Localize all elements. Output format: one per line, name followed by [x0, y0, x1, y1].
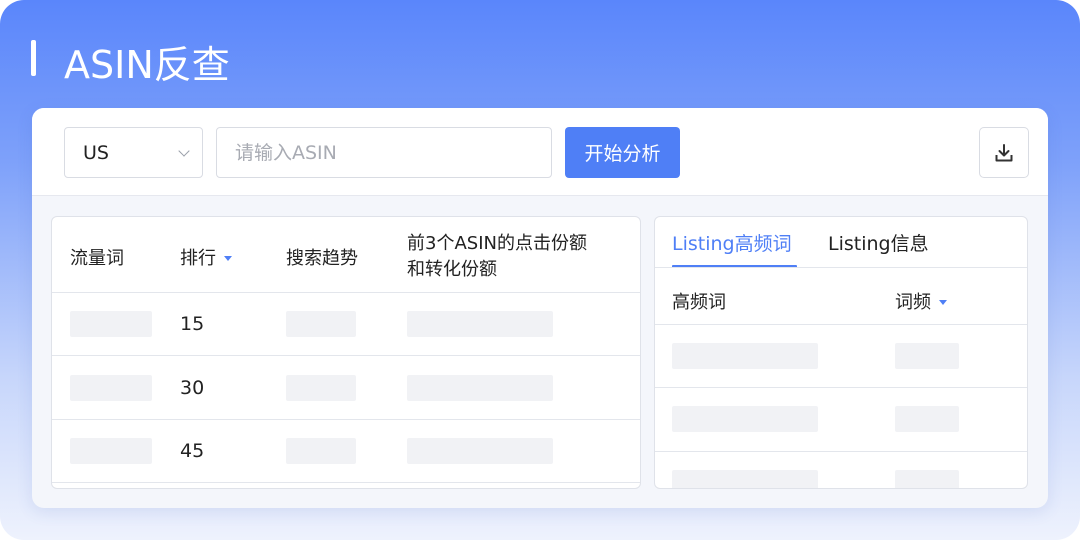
- sort-desc-icon: [939, 299, 947, 305]
- page-title: ASIN反查: [64, 43, 230, 87]
- asin-lookup-banner: ASIN反查 US 开始分析 流量词 排行 搜索趋势: [0, 0, 1080, 540]
- marketplace-select[interactable]: US: [64, 127, 203, 178]
- row-divider: [52, 419, 640, 420]
- row-divider: [655, 387, 1027, 388]
- click-share-header-line2: 和转化份额: [407, 259, 497, 280]
- tab-listing-high-frequency-words[interactable]: Listing高频词: [672, 229, 792, 256]
- column-header-keyword: 流量词: [70, 248, 124, 269]
- frequency-placeholder: [895, 406, 959, 432]
- frequency-placeholder: [895, 343, 959, 369]
- column-header-high-frequency-word: 高频词: [672, 292, 726, 313]
- trend-placeholder: [286, 375, 356, 401]
- click-share-header-line1: 前3个ASIN的点击份额: [407, 233, 587, 254]
- column-header-search-trend: 搜索趋势: [286, 248, 358, 269]
- sort-desc-icon: [224, 255, 232, 261]
- header-divider: [655, 324, 1027, 325]
- share-placeholder: [407, 311, 553, 337]
- keyword-placeholder: [70, 375, 152, 401]
- row-divider: [655, 451, 1027, 452]
- trend-placeholder: [286, 438, 356, 464]
- tab-listing-info[interactable]: Listing信息: [828, 229, 929, 256]
- asin-input[interactable]: [216, 127, 552, 178]
- column-header-click-conversion-share: 前3个ASIN的点击份额 和转化份额: [407, 231, 587, 283]
- download-icon: [995, 143, 1013, 161]
- listing-keyword-panel: Listing高频词 Listing信息 高频词 词频: [654, 216, 1028, 489]
- marketplace-selected-value: US: [83, 141, 109, 164]
- word-placeholder: [672, 470, 818, 488]
- rank-value: 30: [180, 377, 205, 399]
- frequency-header-label: 词频: [895, 292, 931, 313]
- trend-placeholder: [286, 311, 356, 337]
- start-analysis-button[interactable]: 开始分析: [565, 127, 680, 178]
- search-toolbar: US 开始分析: [32, 108, 1048, 196]
- header-divider: [52, 292, 640, 293]
- main-card: US 开始分析 流量词 排行 搜索趋势 前3个ASIN的点击份额 和转化份额: [32, 108, 1048, 508]
- tab-divider: [655, 267, 1027, 268]
- column-header-rank[interactable]: 排行: [180, 244, 232, 270]
- title-accent-bar: [31, 40, 36, 76]
- rank-value: 15: [180, 313, 205, 335]
- word-placeholder: [672, 343, 818, 369]
- keyword-placeholder: [70, 438, 152, 464]
- word-placeholder: [672, 406, 818, 432]
- rank-header-label: 排行: [180, 248, 216, 269]
- rank-value: 45: [180, 440, 205, 462]
- row-divider: [52, 482, 640, 483]
- frequency-placeholder: [895, 470, 959, 488]
- share-placeholder: [407, 375, 553, 401]
- column-header-word-frequency[interactable]: 词频: [895, 288, 947, 314]
- keyword-placeholder: [70, 311, 152, 337]
- share-placeholder: [407, 438, 553, 464]
- download-button[interactable]: [979, 127, 1029, 178]
- traffic-keyword-table: 流量词 排行 搜索趋势 前3个ASIN的点击份额 和转化份额 15 30 45: [51, 216, 641, 489]
- chevron-down-icon: [178, 145, 190, 157]
- row-divider: [52, 355, 640, 356]
